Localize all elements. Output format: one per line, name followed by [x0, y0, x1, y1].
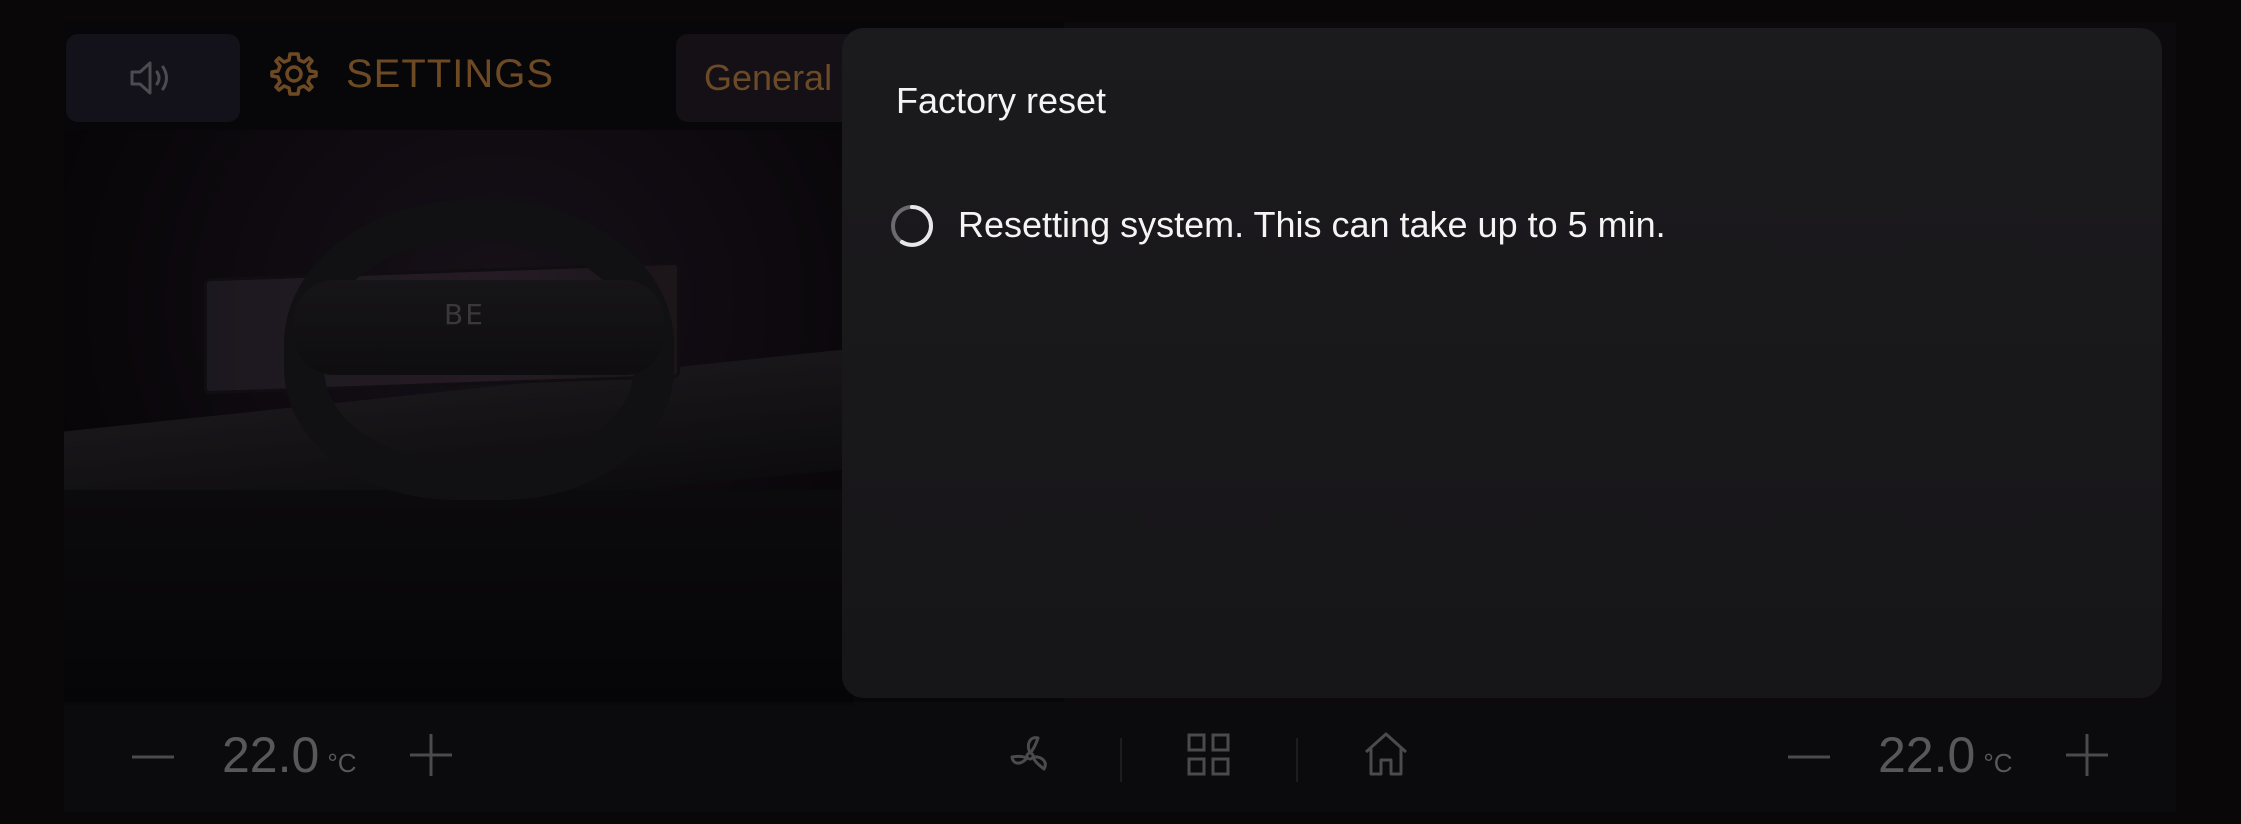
volume-icon	[128, 58, 178, 98]
right-temperature: 22.0 °C	[1878, 726, 2013, 784]
home-icon	[1362, 730, 1410, 778]
left-temp-unit: °C	[327, 748, 357, 778]
apps-button[interactable]	[1186, 732, 1232, 778]
fan-button[interactable]	[1006, 732, 1054, 780]
apps-grid-icon	[1186, 732, 1232, 778]
left-temp-plus-button[interactable]	[408, 732, 454, 778]
right-temp-value: 22.0	[1878, 727, 1976, 783]
left-temperature: 22.0 °C	[222, 726, 357, 784]
dialog-title: Factory reset	[896, 80, 1107, 121]
page-title: SETTINGS	[346, 52, 555, 96]
fan-icon	[1006, 732, 1054, 780]
volume-button[interactable]	[66, 34, 240, 122]
loading-spinner-icon	[888, 202, 936, 250]
left-temp-minus-button[interactable]	[130, 742, 176, 772]
gear-icon	[270, 50, 318, 98]
left-temp-value: 22.0	[222, 727, 320, 783]
divider	[1296, 738, 1298, 782]
right-temp-unit: °C	[1983, 748, 2013, 778]
factory-reset-dialog: Factory reset Resetting system. This can…	[842, 28, 2162, 698]
reset-progress-message: Resetting system. This can take up to 5 …	[958, 204, 1666, 245]
divider	[1120, 738, 1122, 782]
home-button[interactable]	[1362, 730, 1410, 778]
right-temp-minus-button[interactable]	[1786, 742, 1832, 772]
right-temp-plus-button[interactable]	[2064, 732, 2110, 778]
